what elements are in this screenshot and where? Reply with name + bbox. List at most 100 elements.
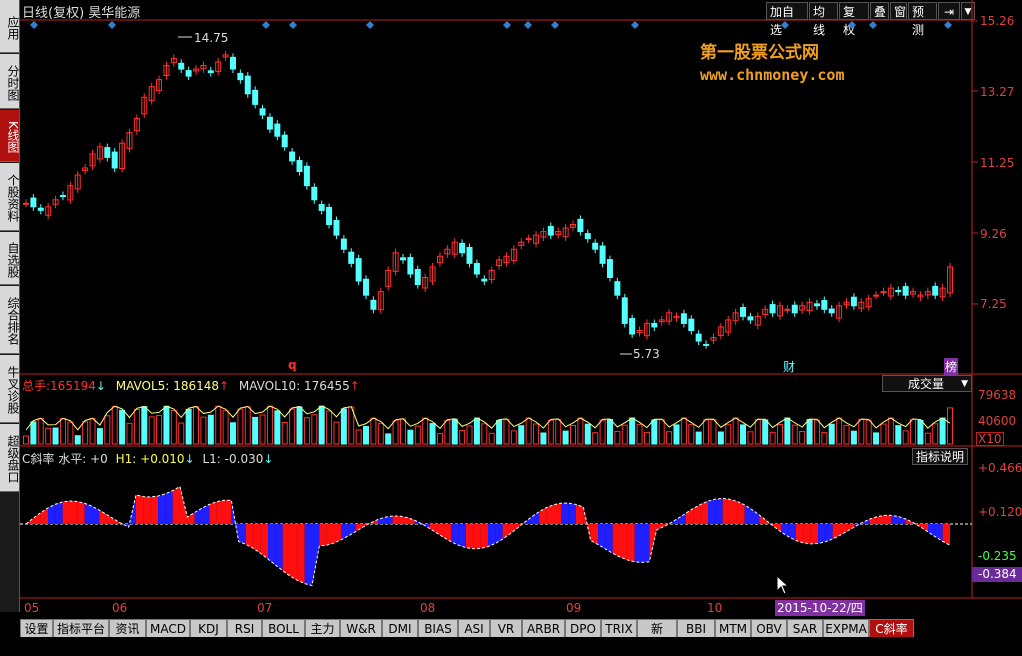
bottom-tab[interactable]: MACD — [146, 619, 190, 637]
candle-body — [274, 123, 281, 137]
bottom-tab[interactable]: ASI — [458, 619, 490, 637]
volume-bar — [30, 421, 37, 445]
bottom-tab[interactable]: TRIX — [601, 619, 637, 637]
left-nav-item[interactable]: 超级盘口 — [0, 424, 20, 492]
bottom-tab[interactable]: BBI — [677, 619, 715, 637]
bottom-tab[interactable]: 指标平台 — [53, 619, 109, 637]
chart-canvas[interactable] — [20, 0, 1022, 637]
indicator-current-value: -0.384 — [972, 567, 1022, 582]
left-nav-item[interactable]: K线图 — [0, 110, 20, 162]
bottom-tab[interactable]: 设置 — [20, 619, 53, 637]
indicator-area — [319, 524, 327, 547]
left-nav-item[interactable]: 综合排名 — [0, 286, 20, 354]
bottom-tab[interactable]: OBV — [751, 619, 787, 637]
indicator-area — [568, 503, 576, 524]
candle-body — [244, 75, 251, 95]
indicator-area — [297, 524, 305, 584]
indicator-area — [561, 503, 569, 524]
candle-body — [37, 207, 44, 211]
candle-body — [348, 251, 355, 264]
volume-bar — [562, 430, 569, 445]
candle-body — [813, 303, 820, 307]
volume-bar — [791, 424, 798, 445]
indicator-area — [202, 504, 210, 524]
volume-bar — [762, 419, 769, 445]
bottom-tab[interactable]: EXPMA — [823, 619, 869, 637]
indicator-area — [268, 524, 276, 565]
indicator-area — [348, 524, 356, 536]
indicator-area — [473, 524, 481, 549]
mavol5-label: MAVOL5: — [115, 379, 170, 393]
left-nav-item[interactable]: 应用 — [0, 0, 20, 53]
volume-bar — [266, 405, 273, 445]
bang-marker[interactable]: 榜 — [944, 358, 959, 375]
bottom-tab[interactable]: DPO — [565, 619, 601, 637]
volume-dropdown[interactable]: 成交量 ▼ — [882, 375, 972, 392]
volume-bar — [459, 430, 466, 445]
candle-body — [363, 278, 370, 296]
indicator-area — [715, 498, 723, 524]
candle-body — [30, 197, 37, 208]
bottom-tab[interactable]: RSI — [227, 619, 262, 637]
left-nav-item[interactable]: 个股资料 — [0, 163, 20, 231]
candle-body — [229, 56, 236, 70]
volume-bar — [902, 430, 909, 445]
volume-bar — [303, 417, 310, 445]
indicator-help-button[interactable]: 指标说明 — [912, 448, 968, 465]
indicator-area — [884, 515, 892, 524]
down-arrow-icon: ↓ — [95, 379, 106, 393]
volume-bar — [436, 433, 443, 445]
indicator-area — [194, 508, 202, 524]
volume-bar — [200, 416, 207, 445]
bottom-tab[interactable]: BIAS — [418, 619, 458, 637]
chevron-down-icon: ▼ — [961, 379, 968, 389]
bottom-tab[interactable]: BOLL — [262, 619, 305, 637]
candle-body — [281, 134, 288, 148]
left-nav-item[interactable]: 自选股 — [0, 232, 20, 285]
volume-bar — [932, 423, 939, 445]
indicator-area — [627, 524, 635, 562]
indicator-area — [172, 486, 180, 524]
volume-bar — [828, 423, 835, 445]
volume-bar — [533, 423, 540, 445]
bottom-tab[interactable]: ARBR — [522, 619, 565, 637]
indicator-area — [92, 506, 100, 524]
bottom-tab[interactable]: W&R — [340, 619, 382, 637]
indicator-area — [605, 524, 613, 554]
candle-body — [466, 246, 473, 264]
volume-bar — [444, 420, 451, 445]
left-nav-item[interactable]: 牛叉诊股 — [0, 355, 20, 423]
q-marker[interactable]: q — [288, 358, 297, 372]
bottom-tab[interactable]: 新DMA — [637, 619, 677, 654]
candle-body — [289, 151, 296, 162]
bottom-tab[interactable]: DMI — [382, 619, 418, 637]
indicator-area — [62, 500, 70, 524]
indicator-area — [869, 516, 877, 524]
bottom-tab[interactable]: C斜率 — [869, 619, 914, 637]
x-axis-label: 05 — [24, 601, 40, 615]
cai-marker[interactable]: 财 — [783, 358, 795, 375]
volume-bar — [680, 417, 687, 445]
volume-bar — [629, 417, 636, 445]
volume-bar — [126, 422, 133, 445]
volume-bar — [481, 423, 488, 445]
indicator-area — [818, 524, 826, 544]
left-nav-item[interactable]: 分时图 — [0, 54, 20, 109]
bottom-tab[interactable]: KDJ — [190, 619, 227, 637]
volume-bar — [422, 417, 429, 445]
volume-bar — [318, 405, 325, 445]
price-axis-label: 9.26 — [980, 227, 1007, 241]
bottom-tab[interactable]: VR — [490, 619, 522, 637]
volume-bar — [695, 431, 702, 445]
volume-bar — [666, 431, 673, 445]
bottom-tab[interactable]: SAR — [787, 619, 823, 637]
indicator-area — [466, 524, 474, 549]
candle-body — [769, 304, 776, 314]
bottom-tab[interactable]: 资讯 — [109, 619, 146, 637]
indicator-area — [282, 524, 290, 576]
volume-bar — [688, 424, 695, 445]
volume-bar — [370, 417, 377, 445]
bottom-tab[interactable]: MTM — [715, 619, 751, 637]
event-diamond-icon — [869, 21, 877, 29]
bottom-tab[interactable]: 主力 — [305, 619, 340, 637]
